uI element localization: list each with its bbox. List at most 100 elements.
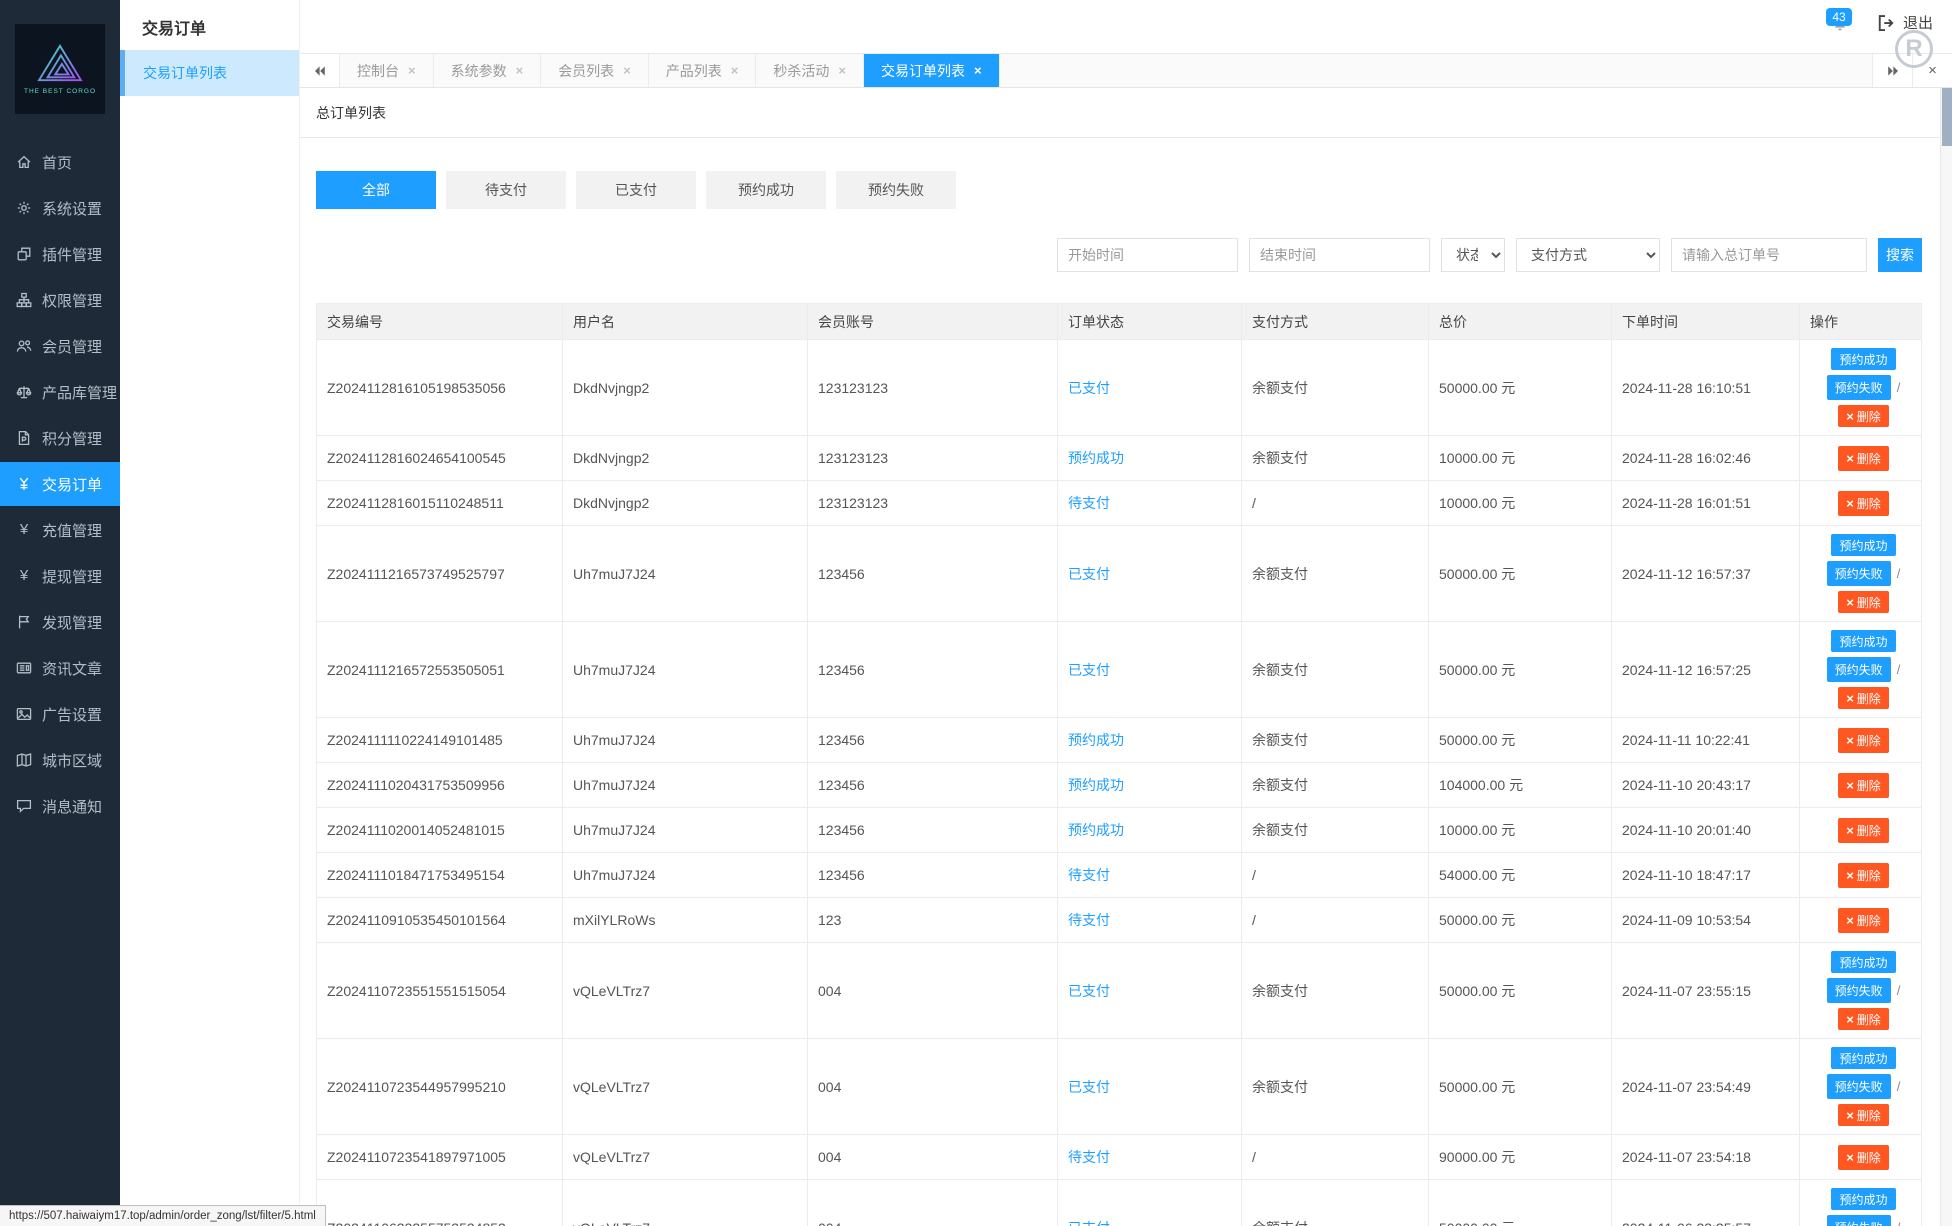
tab-console[interactable]: 控制台 × <box>340 54 434 87</box>
filter-button-all[interactable]: 全部 <box>316 171 436 209</box>
delete-button[interactable]: × 删除 <box>1838 490 1889 516</box>
delete-button[interactable]: × 删除 <box>1838 1008 1889 1030</box>
sidebar-item-home[interactable]: 首页 <box>0 140 120 184</box>
reserve-success-button[interactable]: 预约成功 <box>1831 1188 1896 1210</box>
sidebar-item-withdraw[interactable]: ¥ 提现管理 <box>0 554 120 598</box>
sidebar-item-order-list[interactable]: 交易订单列表 <box>120 50 299 96</box>
sidebar-item-news[interactable]: 资讯文章 <box>0 646 120 690</box>
username-cell: Uh7muJ7J24 <box>563 718 808 762</box>
start-time-input[interactable] <box>1057 238 1238 272</box>
reserve-fail-button[interactable]: 预约失败 <box>1826 1074 1891 1099</box>
sidebar-item-label: 交易订单 <box>42 476 103 494</box>
account-cell: 123456 <box>808 526 1058 621</box>
username-cell: Uh7muJ7J24 <box>563 853 808 897</box>
tab-label: 控制台 <box>357 62 399 79</box>
reserve-fail-button[interactable]: 预约失败 <box>1826 561 1891 586</box>
delete-x-icon: × <box>1846 822 1854 838</box>
delete-x-icon: × <box>1846 408 1854 424</box>
table-row: Z2024111018471753495154 Uh7muJ7J24 123456 待… <box>317 853 1921 898</box>
tab-sysparams[interactable]: 系统参数 × <box>434 54 542 87</box>
delete-label: 删除 <box>1856 733 1881 748</box>
status-select[interactable]: 状态 <box>1441 238 1505 272</box>
delete-label: 删除 <box>1856 778 1881 793</box>
total-price-cell: 50000.00 元 <box>1429 1039 1612 1134</box>
reserve-fail-button[interactable]: 预约失败 <box>1826 1215 1891 1226</box>
delete-button[interactable]: × 删除 <box>1838 862 1889 888</box>
delete-button[interactable]: × 删除 <box>1838 591 1889 613</box>
reserve-fail-button[interactable]: 预约失败 <box>1826 657 1891 682</box>
filter-button-paid[interactable]: 已支付 <box>576 171 696 209</box>
pay-method-cell: / <box>1242 481 1429 525</box>
tab-close-icon[interactable]: × <box>838 63 846 78</box>
reserve-success-button[interactable]: 预约成功 <box>1831 534 1896 556</box>
sidebar-item-products[interactable]: 产品库管理 <box>0 370 120 414</box>
order-status-link: 预约成功 <box>1068 450 1124 466</box>
sidebar-item-label: 提现管理 <box>42 568 103 586</box>
order-no-input[interactable] <box>1671 238 1867 272</box>
filter-button-unpaid[interactable]: 待支付 <box>446 171 566 209</box>
sidebar-item-members[interactable]: 会员管理 <box>0 324 120 368</box>
sidebar-item-discovery[interactable]: 发现管理 <box>0 600 120 644</box>
sidebar-item-ads[interactable]: 广告设置 <box>0 692 120 736</box>
reserve-success-button[interactable]: 预约成功 <box>1831 1047 1896 1069</box>
scrollbar-thumb[interactable] <box>1942 88 1952 146</box>
reserve-success-button[interactable]: 预约成功 <box>1831 630 1896 652</box>
delete-button[interactable]: × 删除 <box>1838 687 1889 709</box>
search-button[interactable]: 搜索 <box>1878 238 1922 272</box>
delete-button[interactable]: × 删除 <box>1838 907 1889 933</box>
sidebar-item-recharge[interactable]: ¥ 充值管理 <box>0 508 120 552</box>
delete-button[interactable]: × 删除 <box>1838 817 1889 843</box>
search-toolbar: 状态 支付方式 搜索 <box>300 238 1952 272</box>
logout-button[interactable]: 退出 <box>1876 12 1933 33</box>
delete-button[interactable]: × 删除 <box>1838 1144 1889 1170</box>
tab-close-icon[interactable]: × <box>974 63 982 78</box>
table-body: Z2024112816105198535056 DkdNvjngp2 1231231… <box>317 340 1921 1226</box>
total-price-cell: 104000.00 元 <box>1429 763 1612 807</box>
sidebar-item-label: 城市区域 <box>42 752 103 770</box>
tab-productlist[interactable]: 产品列表 × <box>649 54 757 87</box>
delete-button[interactable]: × 删除 <box>1838 727 1889 753</box>
filter-button-reserve-fail[interactable]: 预约失败 <box>836 171 956 209</box>
filter-button-reserve-success[interactable]: 预约成功 <box>706 171 826 209</box>
tab-close-icon[interactable]: × <box>408 63 416 78</box>
sidebar-item-message[interactable]: 消息通知 <box>0 784 120 828</box>
tab-close-icon[interactable]: × <box>516 63 524 78</box>
reserve-success-button[interactable]: 预约成功 <box>1831 348 1896 370</box>
reserve-fail-button[interactable]: 预约失败 <box>1826 978 1891 1003</box>
sidebar-item-points[interactable]: 积分管理 <box>0 416 120 460</box>
tab-memberlist[interactable]: 会员列表 × <box>541 54 649 87</box>
reserve-fail-button[interactable]: 预约失败 <box>1826 375 1891 400</box>
sidebar-item-plugins[interactable]: 插件管理 <box>0 232 120 276</box>
tab-seckill[interactable]: 秒杀活动 × <box>756 54 864 87</box>
account-cell: 123123123 <box>808 481 1058 525</box>
delete-button[interactable]: × 删除 <box>1838 445 1889 471</box>
tab-close-icon[interactable]: × <box>731 63 739 78</box>
sidebar-item-city[interactable]: 城市区域 <box>0 738 120 782</box>
order-status-cell: 已支付 <box>1058 526 1242 621</box>
sidebar-item-permissions[interactable]: 权限管理 <box>0 278 120 322</box>
table-header-row: 交易编号 用户名 会员账号 订单状态 支付方式 总价 下单时间 操作 <box>317 304 1921 340</box>
order-status-link: 预约成功 <box>1068 822 1124 838</box>
delete-x-icon: × <box>1846 912 1854 928</box>
tab-close-icon[interactable]: × <box>623 63 631 78</box>
tab-orderlist[interactable]: 交易订单列表 × <box>863 54 1000 87</box>
tabs-scroll-left-button[interactable] <box>300 54 340 87</box>
sidebar-item-settings[interactable]: 系统设置 <box>0 186 120 230</box>
username-cell: vQLeVLTrz7 <box>563 943 808 1038</box>
reserve-success-button[interactable]: 预约成功 <box>1831 951 1896 973</box>
status-filter-group: 全部 待支付 已支付 预约成功 预约失败 <box>316 171 1952 209</box>
message-icon <box>16 798 32 814</box>
delete-button[interactable]: × 删除 <box>1838 1104 1889 1126</box>
username-cell: DkdNvjngp2 <box>563 436 808 480</box>
recharge-icon: ¥ <box>19 521 29 538</box>
delete-button[interactable]: × 删除 <box>1838 405 1889 427</box>
order-status-link: 已支付 <box>1068 982 1110 999</box>
delete-button[interactable]: × 删除 <box>1838 772 1889 798</box>
end-time-input[interactable] <box>1249 238 1430 272</box>
tab-label: 系统参数 <box>450 62 507 79</box>
actions-line: 预约失败 / <box>1826 978 1900 1003</box>
pay-method-select[interactable]: 支付方式 <box>1516 238 1660 272</box>
sidebar-item-label: 系统设置 <box>42 200 103 218</box>
sidebar-item-orders[interactable]: 交易订单 <box>0 462 120 506</box>
orders-table: 交易编号 用户名 会员账号 订单状态 支付方式 总价 下单时间 操作 Z20241128161… <box>316 303 1922 1226</box>
